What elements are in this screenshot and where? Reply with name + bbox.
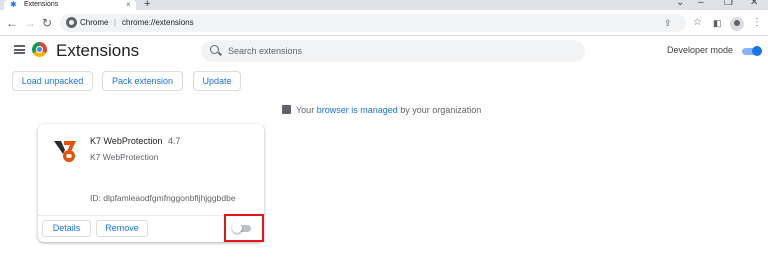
close-tab-icon[interactable]: × [126,0,131,10]
extension-version: 4.7 [168,136,181,146]
tab-extensions[interactable]: ✱ Extensions × [4,0,136,10]
managed-link[interactable]: browser is managed [317,105,398,115]
page-title: Extensions [56,41,140,60]
building-icon [282,105,291,114]
profile-avatar-icon[interactable] [730,17,744,31]
close-window-button[interactable]: ✕ [750,0,758,8]
tab-search-chevron-icon[interactable]: ⌄ [676,0,684,8]
managed-suffix: by your organization [400,105,482,115]
chrome-logo-icon [32,42,47,57]
extension-id: ID: dlpfamleaodfgmfnggonbfljhjggbdbe [90,193,236,203]
extensions-header: Extensions Developer mode [0,37,768,65]
side-panel-icon[interactable]: ◧ [713,15,722,31]
new-tab-button[interactable]: + [144,0,150,10]
developer-mode-toggle[interactable] [742,46,762,56]
search-bar[interactable] [201,40,585,62]
extension-enable-toggle[interactable] [232,223,252,233]
remove-button[interactable]: Remove [96,220,148,237]
restore-button[interactable]: ❐ [724,0,733,8]
chrome-site-icon [66,17,77,28]
tab-title: Extensions [24,1,59,8]
managed-prefix: Your [296,105,315,115]
url-separator: | [114,18,117,27]
update-button[interactable]: Update [193,71,241,91]
reload-icon[interactable]: ↻ [42,15,52,31]
share-icon[interactable]: ⇪ [664,14,672,32]
search-input[interactable] [228,40,568,62]
extension-name: K7 WebProtection [90,136,163,146]
browser-toolbar: ← → ↻ Chrome | chrome://extensions ⇪ ☆ ◧… [0,10,768,36]
bookmark-star-icon[interactable]: ☆ [693,15,702,31]
site-label: Chrome [80,18,109,27]
developer-mode-label: Developer mode [667,45,734,55]
managed-notice: Your browser is managed by your organiza… [282,104,481,116]
tab-strip: ✱ Extensions × + ⌄ – ❐ ✕ [0,0,768,10]
extension-description: K7 WebProtection [90,152,159,162]
url-text[interactable]: chrome://extensions [122,14,194,32]
puzzle-icon: ✱ [10,0,17,9]
address-bar[interactable]: Chrome | chrome://extensions ⇪ [60,14,686,32]
menu-kebab-icon[interactable]: ⋮ [752,15,762,31]
details-button[interactable]: Details [42,220,91,237]
search-icon [210,45,219,54]
toggle-knob [752,46,762,56]
k7-logo-icon [54,141,76,162]
pack-extension-button[interactable]: Pack extension [102,71,183,91]
minimize-button[interactable]: – [698,0,704,8]
load-unpacked-button[interactable]: Load unpacked [12,71,93,91]
forward-arrow-icon[interactable]: → [24,15,36,31]
toggle-knob [232,223,242,233]
back-arrow-icon[interactable]: ← [6,15,18,31]
hamburger-menu-icon[interactable] [14,45,25,54]
